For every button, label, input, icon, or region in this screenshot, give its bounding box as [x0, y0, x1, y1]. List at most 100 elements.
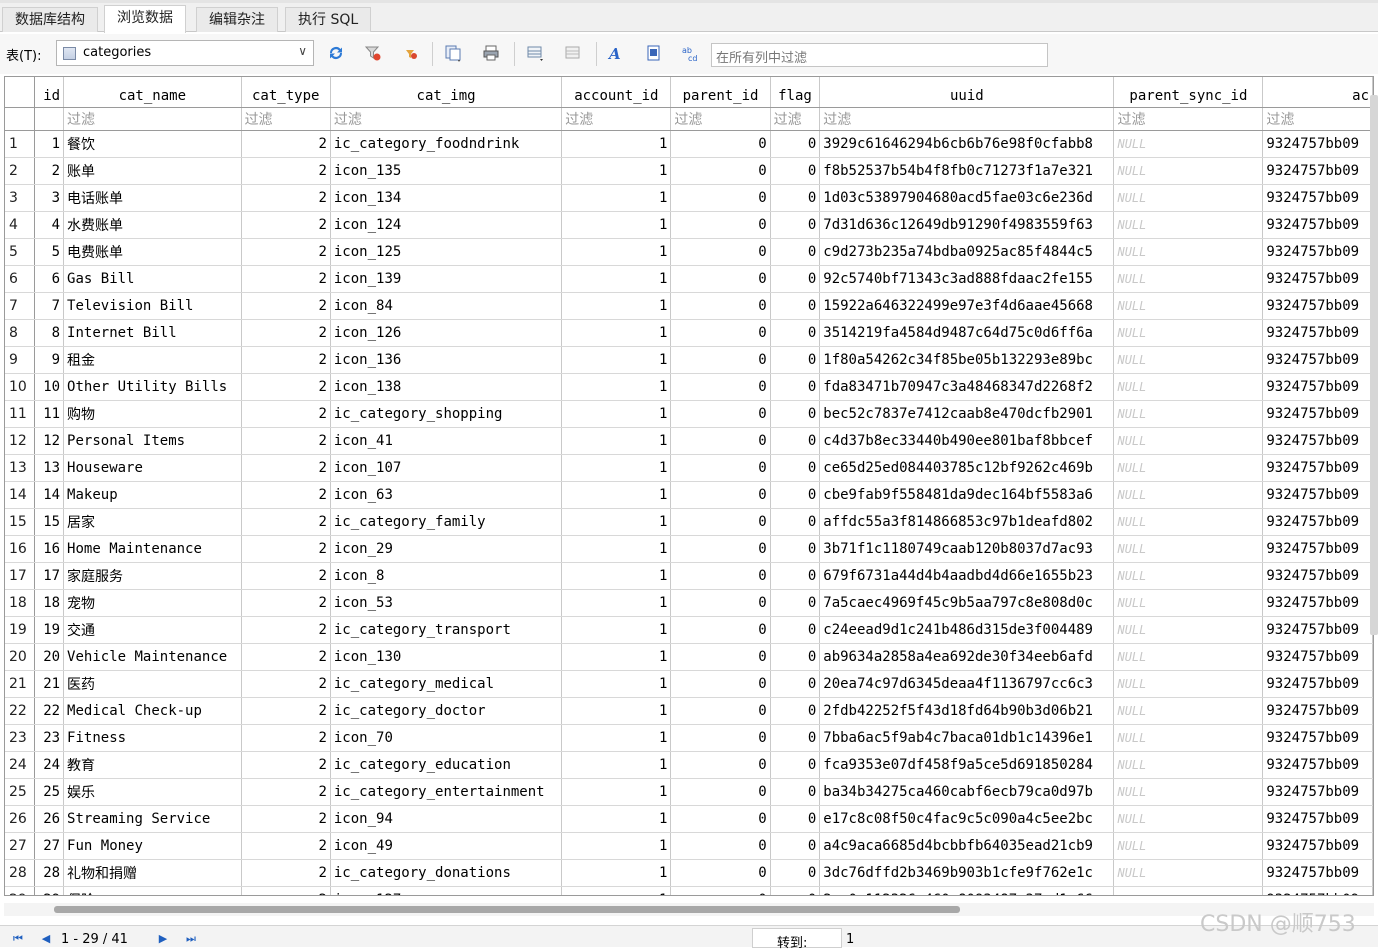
print-icon[interactable]	[482, 44, 500, 62]
cell-cat-type[interactable]: 2	[241, 643, 331, 671]
cell-id[interactable]: 25	[34, 778, 65, 806]
cell-uuid[interactable]: 1d03c53897904680acd5fae03c6e236d	[819, 184, 1115, 212]
cell-cat-img[interactable]: ic_category_entertainment	[330, 778, 563, 806]
cell-cat-img[interactable]: icon_134	[330, 184, 563, 212]
cell-ac[interactable]: 9324757bb09	[1262, 157, 1373, 185]
cell-uuid[interactable]: affdc55a3f814866853c97b1deafd802	[819, 508, 1115, 536]
cell-cat-img[interactable]: icon_8	[330, 562, 563, 590]
table-row[interactable]: 14 14 Makeup 2 icon_63 1 0 0 cbe9fab9f558481da9d…	[5, 481, 1373, 509]
table-row[interactable]: 12 12 Personal Items 2 icon_41 1 0 0 c4d37b8ec33…	[5, 427, 1373, 455]
cell-cat-img[interactable]: icon_63	[330, 481, 563, 509]
cell-cat-name[interactable]: 电费账单	[63, 238, 242, 266]
column-header-cat-type[interactable]: cat_type	[241, 77, 331, 108]
cell-id[interactable]: 24	[34, 751, 65, 779]
cell-account-id[interactable]: 1	[561, 535, 672, 563]
cell-parent-sync-id[interactable]: NULL	[1113, 211, 1264, 239]
table-row[interactable]: 22 22 Medical Check-up 2 ic_category_doctor 1…	[5, 697, 1373, 725]
cell-uuid[interactable]: 2ae0c112326a460a8093487a37ad1a66	[819, 886, 1115, 895]
cell-account-id[interactable]: 1	[561, 157, 672, 185]
cell-uuid[interactable]: a4c9aca6685d4bcbbfb64035ead21cb9	[819, 832, 1115, 860]
cell-flag[interactable]: 0	[770, 454, 821, 482]
last-page-icon[interactable]: ⏭	[183, 931, 199, 947]
table-row[interactable]: 17 17 家庭服务 2 icon_8 1 0 0 679f6731a44d4b4aadbd4d…	[5, 562, 1373, 590]
cell-cat-type[interactable]: 2	[241, 535, 331, 563]
cell-rn[interactable]: 26	[5, 805, 36, 833]
cell-cat-name[interactable]: 礼物和捐赠	[63, 859, 242, 887]
cell-id[interactable]: 18	[34, 589, 65, 617]
cell-id[interactable]: 26	[34, 805, 65, 833]
cell-ac[interactable]: 9324757bb09	[1262, 562, 1373, 590]
cell-cat-type[interactable]: 2	[241, 346, 331, 374]
cell-flag[interactable]: 0	[770, 184, 821, 212]
cell-account-id[interactable]: 1	[561, 130, 672, 158]
horizontal-scrollbar-thumb[interactable]	[54, 906, 960, 913]
cell-parent-sync-id[interactable]: NULL	[1113, 751, 1264, 779]
cell-parent-id[interactable]: 0	[670, 832, 771, 860]
cell-uuid[interactable]: 7a5caec4969f45c9b5aa797c8e808d0c	[819, 589, 1115, 617]
cell-id[interactable]: 5	[34, 238, 65, 266]
table-row[interactable]: 15 15 居家 2 ic_category_family 1 0 0 affdc55a3f81…	[5, 508, 1373, 536]
cell-parent-sync-id[interactable]: NULL	[1113, 562, 1264, 590]
cell-parent-sync-id[interactable]: NULL	[1113, 400, 1264, 428]
cell-cat-img[interactable]: icon_84	[330, 292, 563, 320]
cell-parent-sync-id[interactable]: NULL	[1113, 697, 1264, 725]
cell-parent-sync-id[interactable]: NULL	[1113, 184, 1264, 212]
cell-ac[interactable]: 9324757bb09	[1262, 319, 1373, 347]
cell-cat-type[interactable]: 2	[241, 832, 331, 860]
cell-account-id[interactable]: 1	[561, 562, 672, 590]
cell-parent-id[interactable]: 0	[670, 778, 771, 806]
first-page-icon[interactable]: ⏮	[10, 931, 26, 947]
cell-uuid[interactable]: 3b71f1c1180749caab120b8037d7ac93	[819, 535, 1115, 563]
column-header-parent-sync-id[interactable]: parent_sync_id	[1113, 77, 1264, 108]
cell-rn[interactable]: 19	[5, 616, 36, 644]
cell-ac[interactable]: 9324757bb09	[1262, 346, 1373, 374]
cell-parent-id[interactable]: 0	[670, 697, 771, 725]
cell-id[interactable]: 14	[34, 481, 65, 509]
cell-cat-type[interactable]: 2	[241, 886, 331, 895]
cell-cat-name[interactable]: 娱乐	[63, 778, 242, 806]
cell-ac[interactable]: 9324757bb09	[1262, 427, 1373, 455]
cell-id[interactable]: 15	[34, 508, 65, 536]
table-row[interactable]: 2929保险2icon_1271002ae0c112326a460a809348…	[5, 886, 1373, 895]
cell-uuid[interactable]: fda83471b70947c3a48468347d2268f2	[819, 373, 1115, 401]
cell-cat-img[interactable]: icon_136	[330, 346, 563, 374]
prev-page-icon[interactable]: ◀	[38, 931, 54, 947]
cell-flag[interactable]: 0	[770, 859, 821, 887]
cell-parent-id[interactable]: 0	[670, 265, 771, 293]
cell-account-id[interactable]: 1	[561, 211, 672, 239]
save-filter-icon[interactable]	[402, 44, 420, 62]
cell-ac[interactable]: 9324757bb09	[1262, 535, 1373, 563]
cell-parent-id[interactable]: 0	[670, 238, 771, 266]
column-filter-parent-sync-id[interactable]: 过滤	[1113, 107, 1264, 131]
cell-cat-name[interactable]: Makeup	[63, 481, 242, 509]
cell-flag[interactable]: 0	[770, 670, 821, 698]
table-row[interactable]: 20 20 Vehicle Maintenance 2 icon_130 1 0 0 ab963…	[5, 643, 1373, 671]
cell-parent-id[interactable]: 0	[670, 292, 771, 320]
cell-parent-id[interactable]: 0	[670, 859, 771, 887]
cell-cat-type[interactable]: 2	[241, 562, 331, 590]
cell-account-id[interactable]: 1	[561, 454, 672, 482]
cell-parent-sync-id[interactable]: NULL	[1113, 616, 1264, 644]
cell-flag[interactable]: 0	[770, 130, 821, 158]
cell-parent-id[interactable]: 0	[670, 805, 771, 833]
cell-cat-img[interactable]: icon_130	[330, 643, 563, 671]
cell-id[interactable]: 12	[34, 427, 65, 455]
refresh-icon[interactable]	[327, 44, 345, 62]
cell-cat-name[interactable]: 宠物	[63, 589, 242, 617]
cell-rn[interactable]: 20	[5, 643, 36, 671]
cell-cat-type[interactable]: 2	[241, 481, 331, 509]
cell-cat-name[interactable]: 购物	[63, 400, 242, 428]
cell-id[interactable]: 22	[34, 697, 65, 725]
cell-ac[interactable]: 9324757bb09	[1262, 292, 1373, 320]
cell-account-id[interactable]: 1	[561, 805, 672, 833]
cell-account-id[interactable]: 1	[561, 400, 672, 428]
cell-flag[interactable]: 0	[770, 535, 821, 563]
cell-account-id[interactable]: 1	[561, 643, 672, 671]
cell-account-id[interactable]: 1	[561, 184, 672, 212]
cell-cat-name[interactable]: 保险	[63, 886, 242, 895]
cell-parent-id[interactable]: 0	[670, 508, 771, 536]
table-row[interactable]: 26 26 Streaming Service 2 icon_94 1 0 0 e17c8c08…	[5, 805, 1373, 833]
cell-cat-img[interactable]: icon_124	[330, 211, 563, 239]
column-filter-flag[interactable]: 过滤	[770, 107, 821, 131]
cell-parent-sync-id[interactable]: NULL	[1113, 157, 1264, 185]
